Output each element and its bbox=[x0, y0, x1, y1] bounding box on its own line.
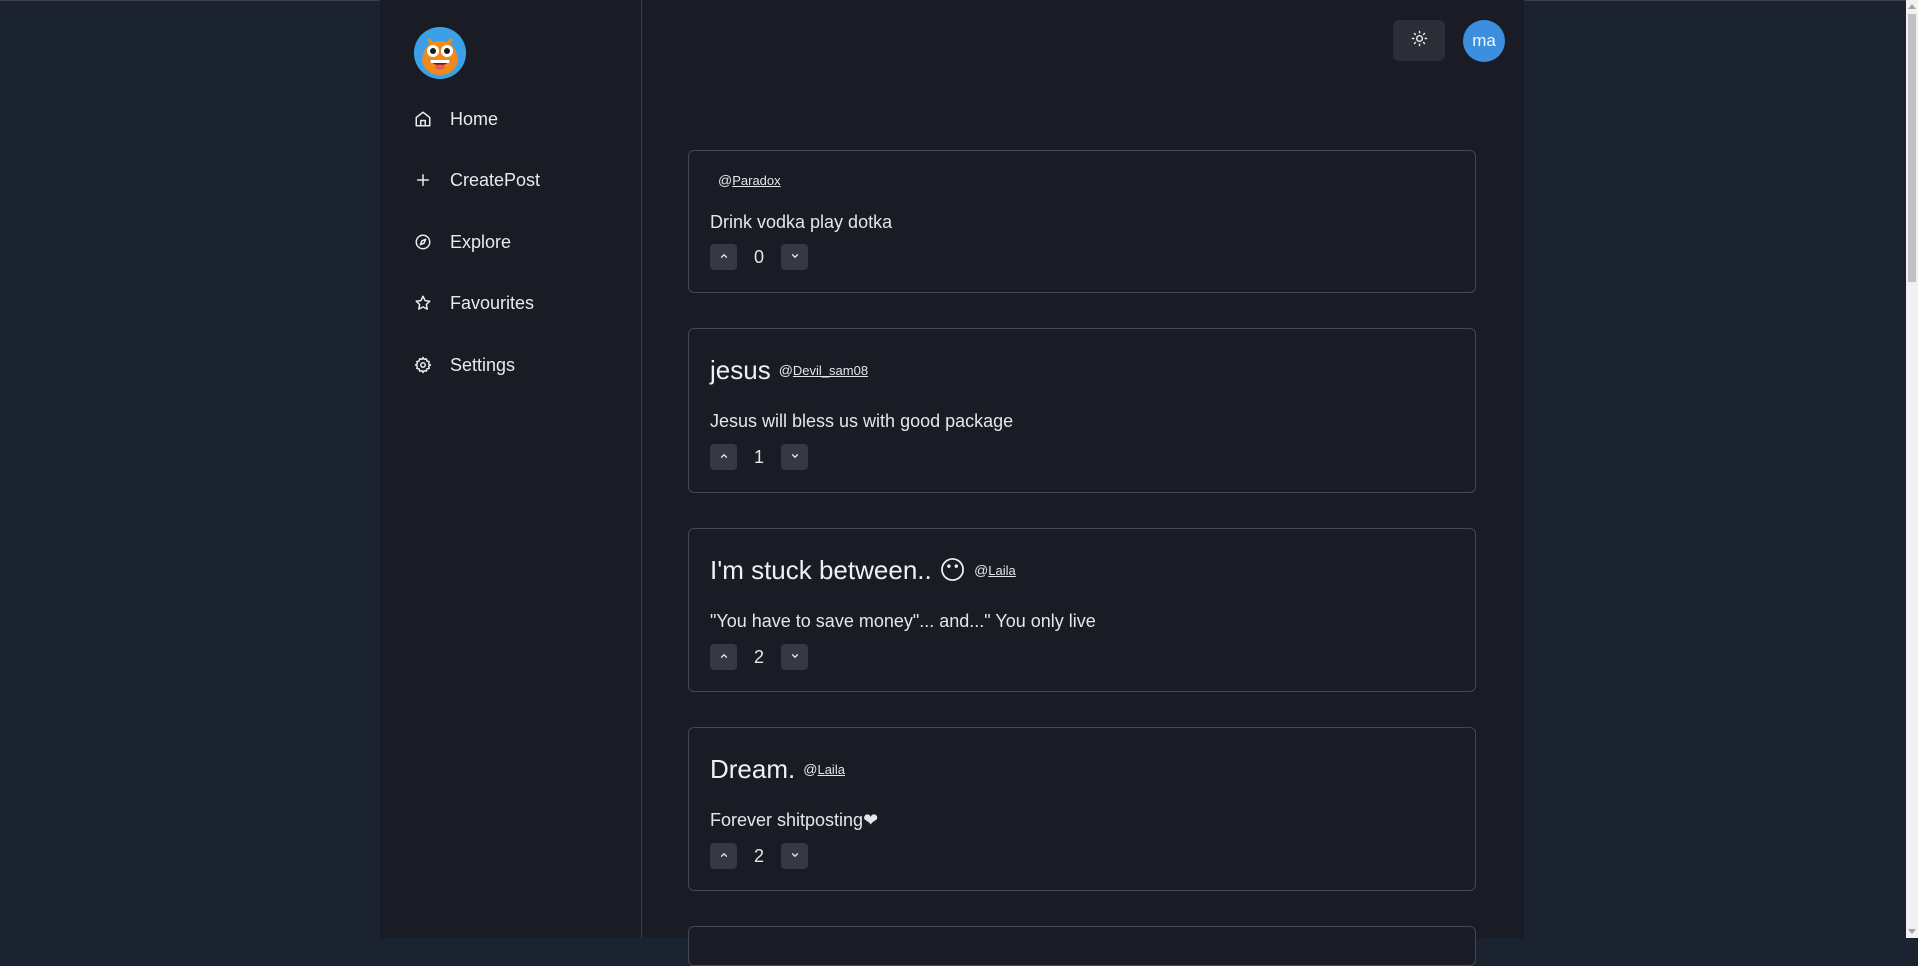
sidebar-item-label: Explore bbox=[450, 231, 512, 252]
sidebar-item-favourites[interactable]: Favourites bbox=[414, 288, 534, 318]
post-author-link[interactable]: Laila bbox=[988, 563, 1015, 578]
at-icon: @ bbox=[803, 761, 818, 777]
downvote-button[interactable] bbox=[781, 444, 808, 470]
upvote-button[interactable] bbox=[710, 244, 737, 270]
chevron-down-icon bbox=[790, 248, 800, 266]
emoji-face-logo-icon[interactable] bbox=[414, 27, 466, 79]
vote-count: 0 bbox=[753, 246, 764, 267]
sidebar-item-explore[interactable]: Explore bbox=[414, 227, 511, 257]
vote-count: 2 bbox=[753, 845, 764, 866]
post-header: jesus @ Devil_sam08 bbox=[710, 355, 868, 385]
downvote-button[interactable] bbox=[781, 843, 808, 869]
scrollbar-thumb[interactable] bbox=[1908, 14, 1916, 282]
post-card: jesus @ Devil_sam08 Jesus will bless us w… bbox=[688, 328, 1476, 493]
post-author-link[interactable]: Paradox bbox=[732, 173, 780, 188]
sun-icon bbox=[1411, 30, 1428, 52]
post-author: @ Devil_sam08 bbox=[779, 362, 868, 378]
star-icon bbox=[414, 294, 432, 312]
post-author: @ Paradox bbox=[718, 172, 781, 188]
at-icon: @ bbox=[778, 362, 793, 378]
post-card: I'm stuck between.. 😶 @ Laila "You have t… bbox=[688, 528, 1476, 692]
sidebar-item-label: Settings bbox=[450, 354, 516, 375]
chevron-up-icon bbox=[719, 847, 729, 865]
post-card: Dream. @ Laila Forever shitposting❤ 2 bbox=[688, 727, 1476, 891]
chevron-up-icon bbox=[719, 448, 729, 466]
home-icon bbox=[414, 110, 432, 128]
avatar[interactable]: ma bbox=[1463, 20, 1505, 62]
app-container: Home CreatePost Explore Favourites Setti… bbox=[380, 0, 1524, 966]
vote-controls: 1 bbox=[710, 444, 808, 470]
chevron-down-icon bbox=[790, 847, 800, 865]
chevron-down-icon bbox=[790, 448, 800, 466]
at-icon: @ bbox=[718, 172, 733, 188]
page-scrollbar[interactable] bbox=[1906, 0, 1918, 938]
downvote-button[interactable] bbox=[781, 244, 808, 270]
downvote-button[interactable] bbox=[781, 644, 808, 670]
upvote-button[interactable] bbox=[710, 444, 737, 470]
vote-controls: 0 bbox=[710, 244, 808, 270]
theme-toggle-button[interactable] bbox=[1393, 20, 1445, 61]
post-body: Jesus will bless us with good package bbox=[710, 411, 1014, 431]
sidebar-item-home[interactable]: Home bbox=[414, 104, 498, 134]
post-title: Dream. bbox=[710, 754, 796, 784]
upvote-button[interactable] bbox=[710, 843, 737, 869]
vote-controls: 2 bbox=[710, 843, 808, 869]
sidebar-item-settings[interactable]: Settings bbox=[414, 350, 515, 380]
vote-count: 2 bbox=[753, 646, 764, 667]
post-title: I'm stuck between.. 😶 bbox=[710, 555, 967, 585]
vote-count: 1 bbox=[753, 446, 764, 467]
plus-icon bbox=[414, 171, 432, 189]
chevron-down-icon bbox=[790, 648, 800, 666]
post-card-partial bbox=[688, 926, 1476, 966]
sidebar-item-label: CreatePost bbox=[450, 169, 541, 190]
at-icon: @ bbox=[974, 562, 989, 578]
post-header: Dream. @ Laila bbox=[710, 754, 845, 784]
gear-icon bbox=[414, 356, 432, 374]
post-header: @ Paradox bbox=[710, 172, 781, 188]
page: Home CreatePost Explore Favourites Setti… bbox=[0, 0, 1918, 966]
post-author-link[interactable]: Devil_sam08 bbox=[793, 363, 868, 378]
post-body: Forever shitposting❤ bbox=[710, 810, 879, 830]
vote-controls: 2 bbox=[710, 644, 808, 670]
sidebar-item-createpost[interactable]: CreatePost bbox=[414, 165, 540, 195]
post-body: Drink vodka play dotka bbox=[710, 212, 893, 232]
post-card: @ Paradox Drink vodka play dotka 0 bbox=[688, 150, 1476, 293]
sidebar-item-label: Home bbox=[450, 108, 499, 129]
chevron-up-icon bbox=[719, 648, 729, 666]
post-body: "You have to save money"... and..." You … bbox=[710, 611, 1096, 631]
compass-icon bbox=[414, 233, 432, 251]
sidebar-item-label: Favourites bbox=[450, 292, 535, 313]
chevron-up-icon bbox=[719, 248, 729, 266]
scroll-up-arrow-icon[interactable] bbox=[1906, 0, 1918, 12]
upvote-button[interactable] bbox=[710, 644, 737, 670]
post-header: I'm stuck between.. 😶 @ Laila bbox=[710, 555, 1016, 585]
scroll-down-arrow-icon[interactable] bbox=[1906, 926, 1918, 938]
post-author: @ Laila bbox=[803, 761, 845, 777]
post-author-link[interactable]: Laila bbox=[817, 762, 844, 777]
sidebar: Home CreatePost Explore Favourites Setti… bbox=[380, 0, 642, 938]
post-title: jesus bbox=[710, 355, 771, 385]
post-author: @ Laila bbox=[974, 562, 1016, 578]
